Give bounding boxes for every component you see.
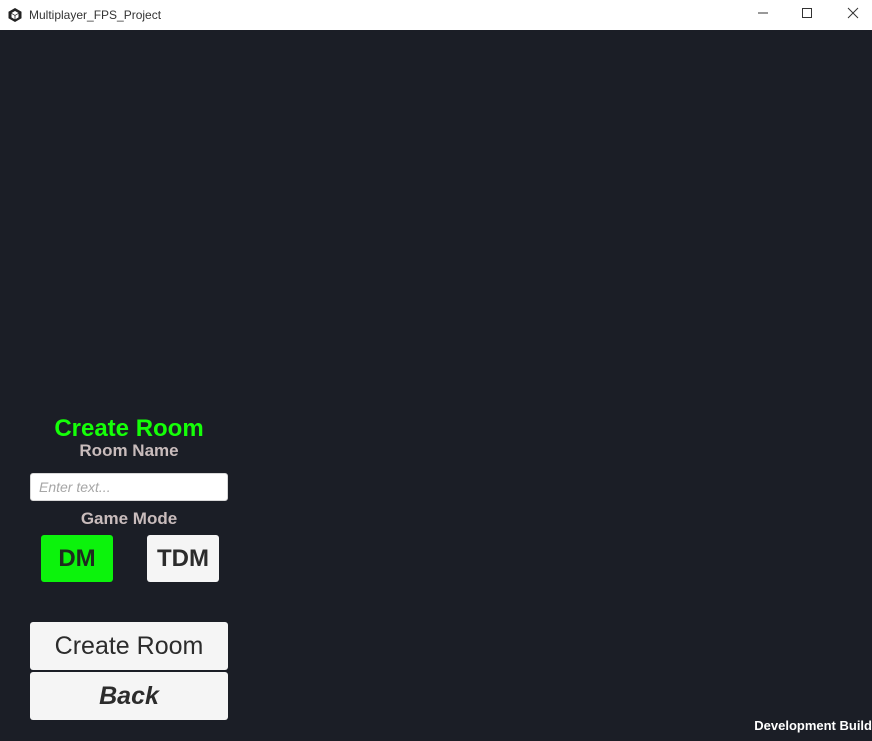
game-viewport: Create Room Room Name Game Mode DM TDM C… [0, 30, 872, 741]
close-icon [847, 6, 859, 24]
game-mode-dm-button[interactable]: DM [41, 535, 113, 582]
unity-cube-icon [7, 7, 23, 23]
minimize-button[interactable] [740, 0, 786, 30]
game-mode-label: Game Mode [80, 509, 178, 528]
title-bar[interactable]: Multiplayer_FPS_Project [0, 0, 872, 30]
room-name-label: Room Name [79, 441, 179, 460]
room-name-input[interactable] [30, 473, 228, 501]
back-button[interactable]: Back [30, 672, 228, 720]
minimize-icon [757, 6, 769, 24]
maximize-icon [801, 6, 813, 24]
maximize-button[interactable] [784, 0, 830, 30]
game-mode-tdm-button[interactable]: TDM [147, 535, 219, 582]
create-room-button[interactable]: Create Room [30, 622, 228, 670]
close-button[interactable] [830, 0, 872, 30]
create-room-title: Create Room [54, 415, 204, 442]
development-build-label: Development Build [754, 718, 872, 733]
window-title: Multiplayer_FPS_Project [29, 8, 162, 22]
app-window: Multiplayer_FPS_Project Create Room Room… [0, 0, 872, 741]
